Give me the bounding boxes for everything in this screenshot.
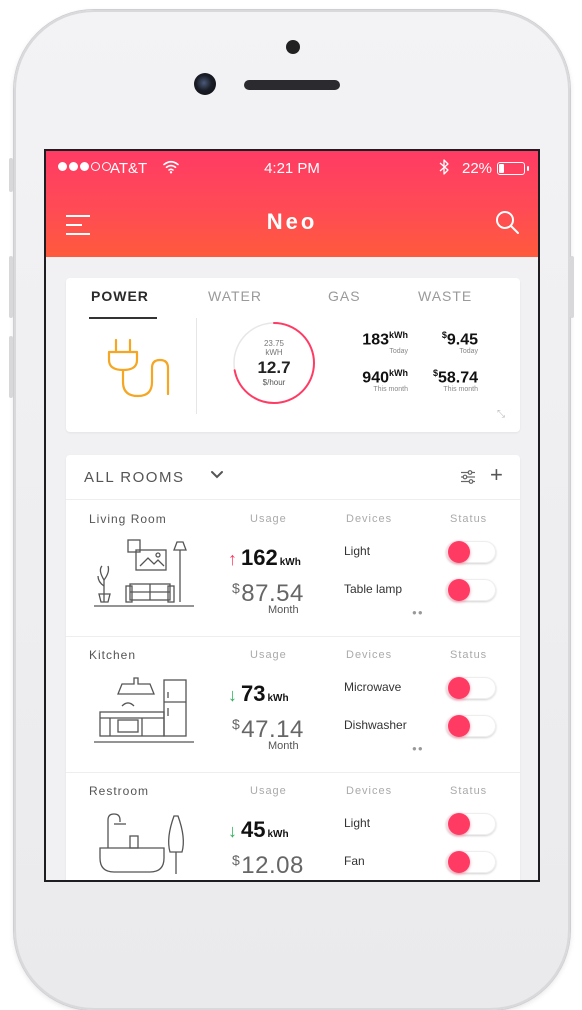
app-title: Neo (266, 209, 318, 234)
cost-today-stat: $9.45 Today (441, 330, 478, 356)
status-bar: AT&T 4:21 PM 22% (46, 151, 538, 187)
kitchen-illustration (94, 677, 194, 743)
gauge-unit: $/hour (262, 378, 286, 387)
bluetooth-icon (439, 159, 449, 175)
device-toggle[interactable] (446, 541, 496, 563)
restroom-illustration (99, 813, 184, 874)
device-pager-dots: ●● (412, 744, 424, 753)
device-toggle[interactable] (446, 813, 496, 835)
device-name: Light (344, 544, 371, 558)
room-usage-kwh: ↓ 73 kWh (228, 681, 289, 706)
room-cost-period: Month (268, 604, 299, 616)
room-row-living-room[interactable]: Living Room Usage Devices Status ↑ 162 k… (66, 500, 520, 637)
room-usage-kwh: ↓ 45 kWh (228, 817, 289, 842)
room-row-kitchen[interactable]: Kitchen Usage Devices Status ↓ 73 kWh $4… (66, 636, 520, 773)
device-pager-dots: ●● (412, 608, 424, 617)
room-cost-period: Month (268, 740, 299, 752)
devices-header: Devices (346, 649, 393, 661)
device-name: Light (344, 816, 371, 830)
room-name: Living Room (89, 512, 167, 526)
utility-tabs: POWER WATER GAS WASTE (66, 288, 520, 319)
devices-header: Devices (346, 513, 393, 525)
app-screen: AT&T 4:21 PM 22% Neo POWER WATER GAS WAS… (46, 151, 538, 880)
room-name: Restroom (89, 784, 150, 798)
cost-month-stat: $58.74 This month (432, 368, 478, 394)
volume-up-button (9, 256, 13, 318)
living-room-illustration (94, 539, 194, 607)
kwh-month-stat: 940kWh This month (362, 368, 408, 394)
status-header: Status (450, 649, 488, 661)
room-usage-kwh: ↑ 162 kWh (228, 545, 301, 570)
chevron-down-icon[interactable] (210, 469, 224, 481)
sliders-icon[interactable] (460, 470, 476, 484)
room-row-restroom[interactable]: Restroom Usage Devices Status ↓ 45 kWh $12… (66, 772, 520, 880)
device-toggle[interactable] (446, 715, 496, 737)
header-bar: AT&T 4:21 PM 22% Neo (46, 151, 538, 257)
status-header: Status (450, 513, 488, 525)
power-plug-icon (107, 338, 170, 398)
gauge-kwh-reading: 23.75 kWH (263, 339, 285, 357)
tab-water[interactable]: WATER (208, 288, 262, 304)
device-toggle[interactable] (446, 677, 496, 699)
device-name: Dishwasher (344, 718, 407, 732)
earpiece-speaker (244, 80, 340, 90)
search-icon[interactable] (494, 209, 520, 235)
battery-icon (497, 162, 529, 175)
rooms-dropdown[interactable]: ALL ROOMS (84, 469, 184, 486)
device-name: Microwave (344, 680, 402, 694)
room-cost: $12.08 (232, 852, 304, 879)
battery-percent: 22% (462, 160, 493, 177)
divider (196, 318, 197, 414)
power-button (570, 256, 574, 318)
gauge-value: 12.7 (257, 358, 291, 377)
rooms-card: ALL ROOMS + Living Room Usage Devices St… (66, 455, 520, 880)
device-toggle[interactable] (446, 579, 496, 601)
expand-icon[interactable]: ⤡ (497, 409, 505, 420)
arrow-down-icon: ↓ (228, 685, 237, 705)
usage-header: Usage (250, 513, 287, 525)
plus-icon[interactable]: + (490, 462, 503, 488)
active-tab-indicator (89, 317, 157, 319)
devices-header: Devices (346, 785, 393, 797)
room-name: Kitchen (89, 648, 137, 662)
rooms-header: ALL ROOMS + (66, 455, 520, 500)
usage-header: Usage (250, 649, 287, 661)
navigation-bar: Neo (46, 187, 538, 257)
proximity-sensor (286, 40, 300, 54)
status-header: Status (450, 785, 488, 797)
volume-down-button (9, 336, 13, 398)
kwh-today-stat: 183kWh Today (362, 330, 408, 356)
tab-gas[interactable]: GAS (328, 288, 361, 304)
device-name: Table lamp (344, 582, 403, 596)
tab-power[interactable]: POWER (91, 288, 149, 304)
usage-header: Usage (250, 785, 287, 797)
device-toggle[interactable] (446, 851, 496, 873)
device-name: Fan (344, 854, 365, 868)
utility-summary-card: POWER WATER GAS WASTE 23.75 kWH 12.7 $/ho… (66, 278, 520, 432)
tab-waste[interactable]: WASTE (418, 288, 472, 304)
front-camera (194, 73, 216, 95)
arrow-down-icon: ↓ (228, 821, 237, 841)
mute-switch (9, 158, 13, 192)
arrow-up-icon: ↑ (228, 549, 237, 569)
